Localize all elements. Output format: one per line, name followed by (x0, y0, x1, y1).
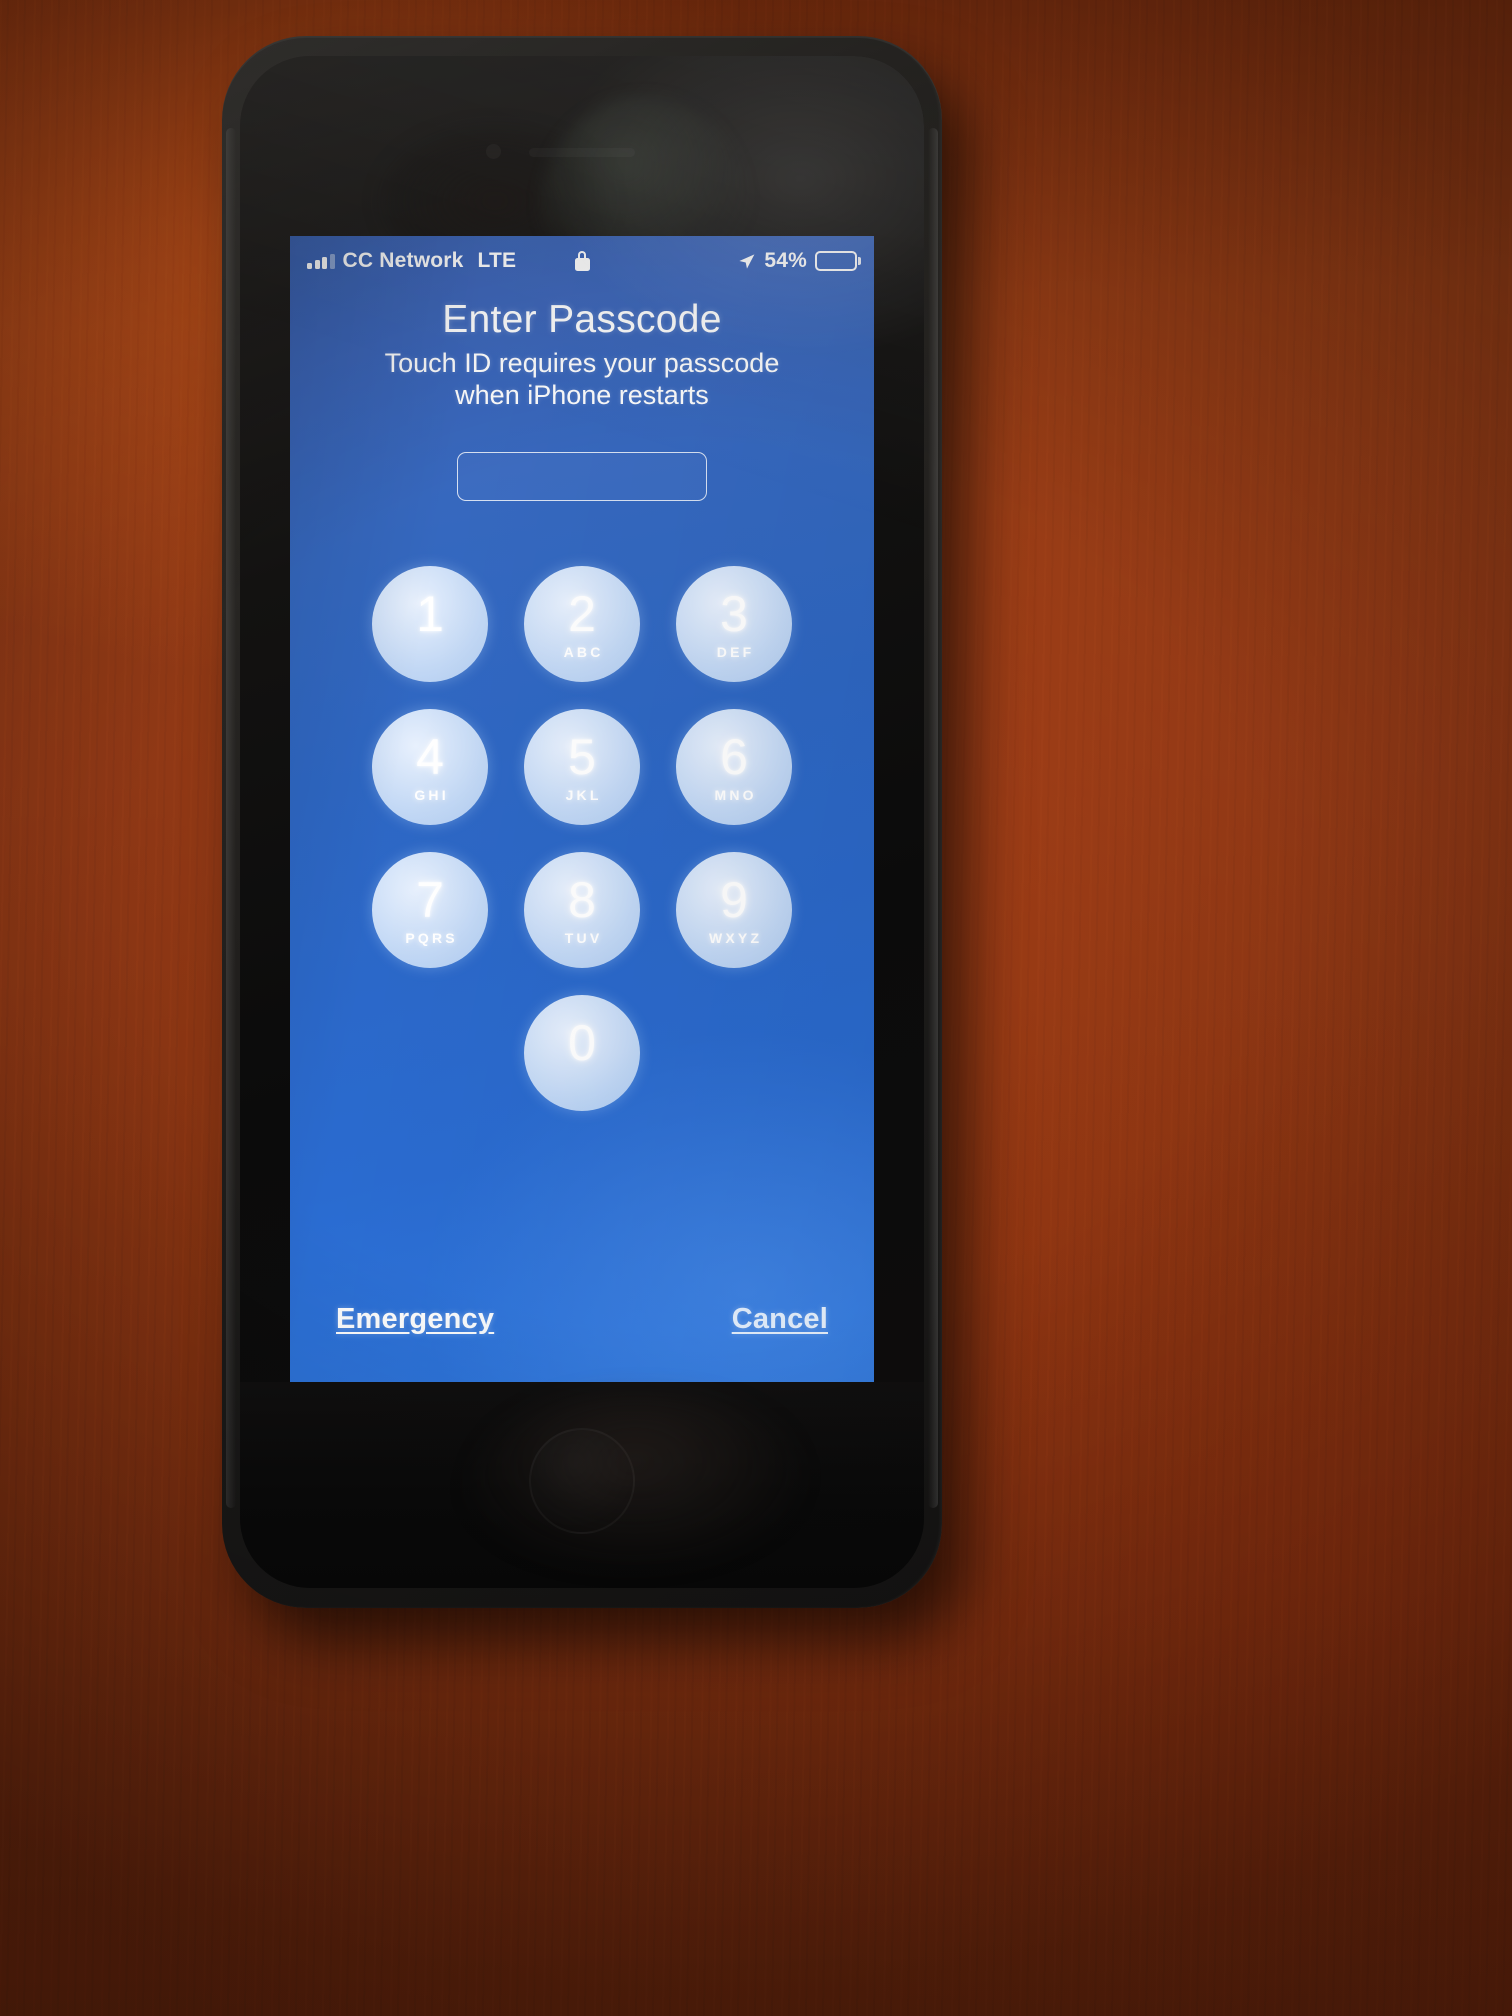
keypad-key-letters: MNO (714, 786, 757, 803)
status-bar-left: CC Network LTE (307, 249, 516, 273)
keypad-key-2[interactable]: 2 ABC (524, 566, 640, 682)
keypad-key-4[interactable]: 4 GHI (372, 709, 488, 825)
battery-icon (815, 251, 861, 271)
keypad-key-7[interactable]: 7 PQRS (372, 852, 488, 968)
battery-percent-label: 54% (764, 249, 807, 272)
page-subtitle: Touch ID requires your passcode when iPh… (290, 348, 874, 412)
keypad-key-digit: 2 (568, 585, 596, 642)
keypad-key-6[interactable]: 6 MNO (676, 709, 792, 825)
carrier-label: CC Network (342, 249, 464, 272)
keypad-key-digit: 0 (568, 1014, 596, 1071)
lockscreen-actions: Emergency Cancel (290, 1303, 874, 1336)
passcode-keypad: 1 2 ABC 3 DEF 4 GHI 5 JKL 6 MNO 7 PQRS 8 TUV 9 WXYZ 0 (372, 566, 792, 1111)
keypad-key-digit: 1 (416, 585, 444, 642)
keypad-key-letters: TUV (564, 929, 603, 946)
passcode-input[interactable] (457, 452, 707, 501)
phone-screen: CC Network LTE 54% Enter Passcode Touch … (290, 236, 874, 1382)
keypad-key-8[interactable]: 8 TUV (524, 852, 640, 968)
desk-scene: CC Network LTE 54% Enter Passcode Touch … (0, 0, 1512, 2016)
bottom-bezel (240, 1382, 924, 1588)
keypad-key-9[interactable]: 9 WXYZ (676, 852, 792, 968)
keypad-key-0[interactable]: 0 (524, 995, 640, 1111)
home-button[interactable] (529, 1428, 635, 1534)
front-camera-icon (486, 144, 501, 159)
status-bar-right: 54% (737, 249, 861, 273)
keypad-key-letters: DEF (716, 643, 755, 660)
keypad-key-1[interactable]: 1 (372, 566, 488, 682)
keypad-key-5[interactable]: 5 JKL (524, 709, 640, 825)
case-right-edge (928, 128, 938, 1508)
subtitle-line-1: Touch ID requires your passcode (384, 348, 780, 378)
location-arrow-icon (739, 253, 755, 269)
keypad-key-digit: 8 (568, 871, 596, 928)
network-type-label: LTE (477, 249, 517, 272)
phone-body: CC Network LTE 54% Enter Passcode Touch … (240, 56, 924, 1588)
keypad-key-letters: WXYZ (708, 929, 763, 946)
phone-case: CC Network LTE 54% Enter Passcode Touch … (222, 36, 942, 1608)
bezel-reflection (470, 1392, 800, 1567)
keypad-key-digit: 4 (416, 728, 444, 785)
emergency-button[interactable]: Emergency (336, 1303, 494, 1336)
subtitle-line-2: when iPhone restarts (455, 379, 709, 410)
keypad-key-letters: GHI (414, 786, 449, 803)
keypad-key-letters: PQRS (405, 929, 458, 946)
signal-bars-icon (307, 253, 335, 269)
keypad-key-digit: 7 (416, 871, 444, 928)
keypad-key-digit: 3 (720, 585, 748, 642)
keypad-key-digit: 5 (568, 728, 596, 785)
keypad-key-letters: ABC (563, 643, 604, 660)
cancel-button[interactable]: Cancel (732, 1303, 828, 1336)
lock-icon (574, 251, 590, 271)
keypad-key-digit: 9 (720, 871, 748, 928)
keypad-key-digit: 6 (720, 728, 748, 785)
keypad-row-4: 0 (372, 995, 792, 1111)
case-left-edge (226, 128, 236, 1508)
earpiece-speaker (529, 148, 635, 157)
page-title: Enter Passcode (442, 298, 722, 341)
status-bar: CC Network LTE 54% (290, 244, 874, 278)
passcode-heading-group: Enter Passcode Touch ID requires your pa… (290, 298, 874, 412)
keypad-key-3[interactable]: 3 DEF (676, 566, 792, 682)
keypad-key-letters: JKL (565, 786, 602, 803)
